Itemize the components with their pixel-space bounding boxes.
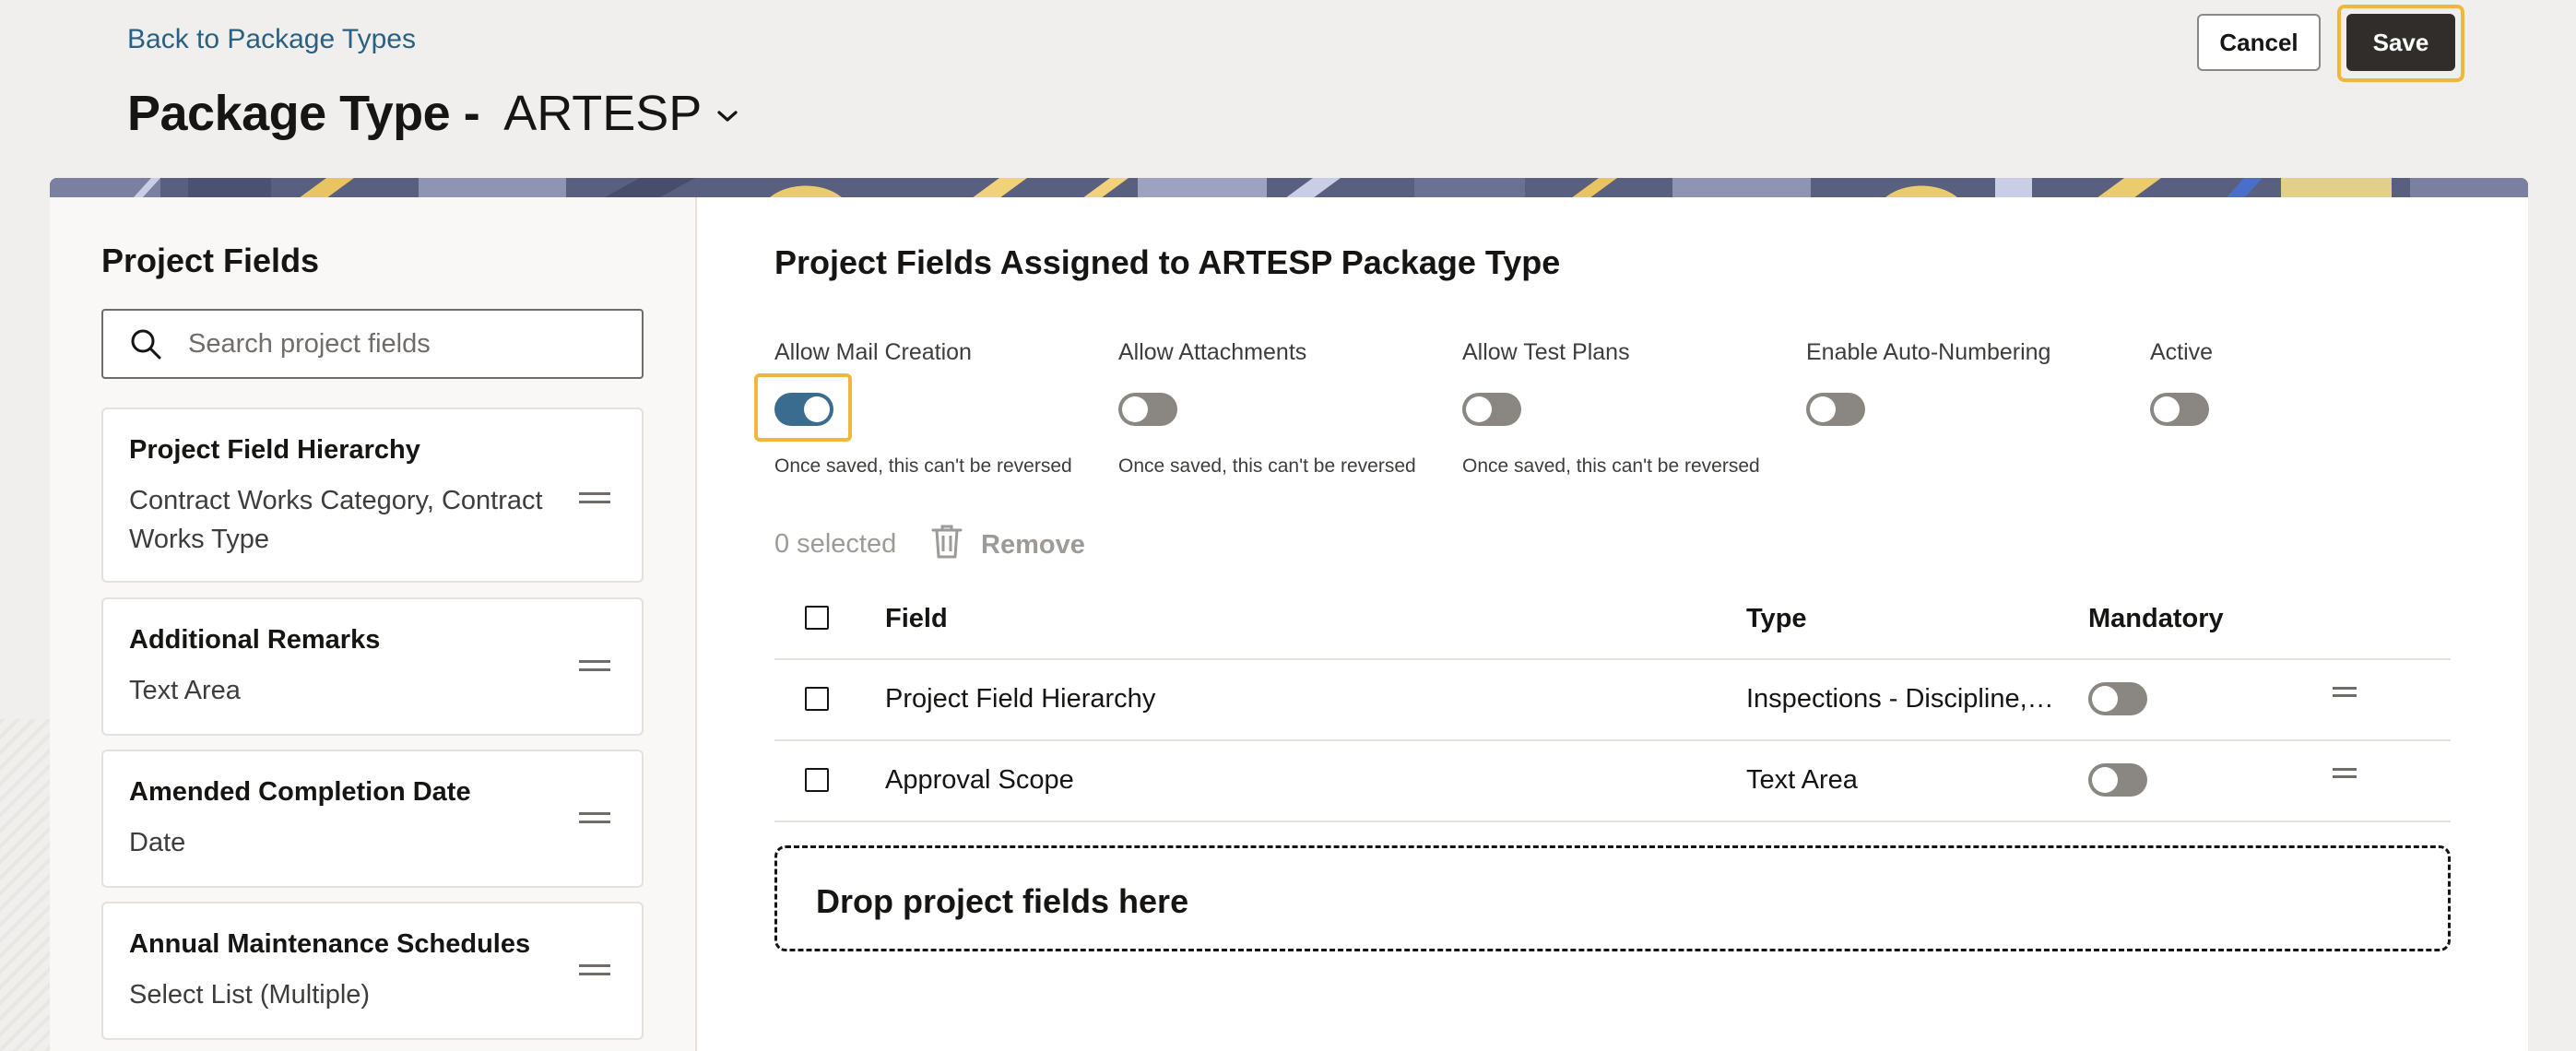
column-header-mandatory: Mandatory: [2088, 604, 2224, 633]
row-field-type: Inspections - Discipline, Inspections - …: [1746, 684, 2060, 714]
select-all-checkbox[interactable]: [805, 606, 829, 630]
drag-handle-icon[interactable]: [579, 964, 610, 981]
row-mandatory-toggle[interactable]: [2088, 682, 2147, 715]
row-checkbox[interactable]: [805, 687, 829, 711]
decorative-banner: [50, 178, 2528, 198]
page-title: Package Type - ARTESP: [127, 85, 739, 142]
drag-handle-icon[interactable]: [579, 660, 610, 677]
row-mandatory-toggle[interactable]: [2088, 763, 2147, 797]
field-card-project-field-hierarchy[interactable]: Project Field Hierarchy Contract Works C…: [101, 407, 644, 583]
row-checkbox[interactable]: [805, 768, 829, 792]
field-card-type: Select List (Multiple): [129, 980, 371, 1010]
back-to-package-types-link[interactable]: Back to Package Types: [127, 24, 416, 55]
drag-handle-icon[interactable]: [579, 812, 610, 829]
table-divider: [774, 821, 2451, 822]
active-toggle[interactable]: [2150, 393, 2209, 426]
field-card-annual-maintenance-schedules[interactable]: Annual Maintenance Schedules Select List…: [101, 902, 644, 1040]
project-fields-title: Project Fields: [101, 242, 320, 279]
assigned-fields-title: Project Fields Assigned to ARTESP Packag…: [774, 243, 1561, 281]
field-card-title: Annual Maintenance Schedules: [129, 929, 531, 959]
drag-handle-icon[interactable]: [2333, 768, 2357, 783]
cancel-button[interactable]: Cancel: [2197, 14, 2321, 71]
allow-mail-creation-note: Once saved, this can't be reversed: [774, 455, 1072, 477]
enable-auto-numbering-toggle[interactable]: [1806, 393, 1865, 426]
drop-zone-label: Drop project fields here: [816, 882, 1189, 920]
field-card-type: Contract Works Category, Contract Works …: [129, 486, 543, 554]
column-header-field: Field: [885, 604, 948, 633]
active-label: Active: [2150, 339, 2214, 365]
enable-auto-numbering-label: Enable Auto-Numbering: [1806, 339, 2051, 365]
allow-mail-creation-toggle[interactable]: [774, 393, 833, 426]
drag-handle-icon[interactable]: [579, 492, 610, 509]
field-card-amended-completion-date[interactable]: Amended Completion Date Date: [101, 750, 644, 888]
remove-label: Remove: [981, 529, 1085, 560]
allow-mail-creation-label: Allow Mail Creation: [774, 339, 972, 365]
package-type-selector-value[interactable]: ARTESP: [503, 85, 702, 142]
field-card-title: Amended Completion Date: [129, 777, 471, 807]
search-box[interactable]: [101, 309, 644, 379]
chevron-down-icon[interactable]: [716, 109, 739, 128]
background-pattern: [0, 719, 55, 1051]
field-card-type: Text Area: [129, 676, 241, 705]
row-field-type: Text Area: [1746, 765, 1858, 795]
search-icon: [129, 327, 162, 360]
remove-button[interactable]: Remove: [931, 524, 1085, 566]
table-divider: [774, 658, 2451, 660]
column-header-type: Type: [1746, 604, 1807, 633]
allow-test-plans-note: Once saved, this can't be reversed: [1462, 455, 1760, 477]
field-card-type: Date: [129, 828, 186, 857]
drop-zone[interactable]: Drop project fields here: [774, 845, 2451, 951]
selected-count: 0 selected: [774, 529, 897, 559]
drag-handle-icon[interactable]: [2333, 687, 2357, 702]
allow-test-plans-label: Allow Test Plans: [1462, 339, 1630, 365]
row-field-name: Project Field Hierarchy: [885, 684, 1156, 714]
field-card-additional-remarks[interactable]: Additional Remarks Text Area: [101, 597, 644, 736]
allow-attachments-toggle[interactable]: [1118, 393, 1177, 426]
table-divider: [774, 739, 2451, 741]
allow-attachments-label: Allow Attachments: [1118, 339, 1307, 365]
save-button[interactable]: Save: [2346, 14, 2455, 71]
page-title-label: Package Type -: [127, 86, 480, 141]
field-card-title: Project Field Hierarchy: [129, 435, 420, 465]
allow-attachments-note: Once saved, this can't be reversed: [1118, 455, 1416, 477]
row-field-name: Approval Scope: [885, 765, 1074, 795]
field-card-title: Additional Remarks: [129, 625, 381, 655]
search-input[interactable]: [188, 328, 631, 360]
trash-icon: [931, 524, 963, 566]
allow-test-plans-toggle[interactable]: [1462, 393, 1521, 426]
